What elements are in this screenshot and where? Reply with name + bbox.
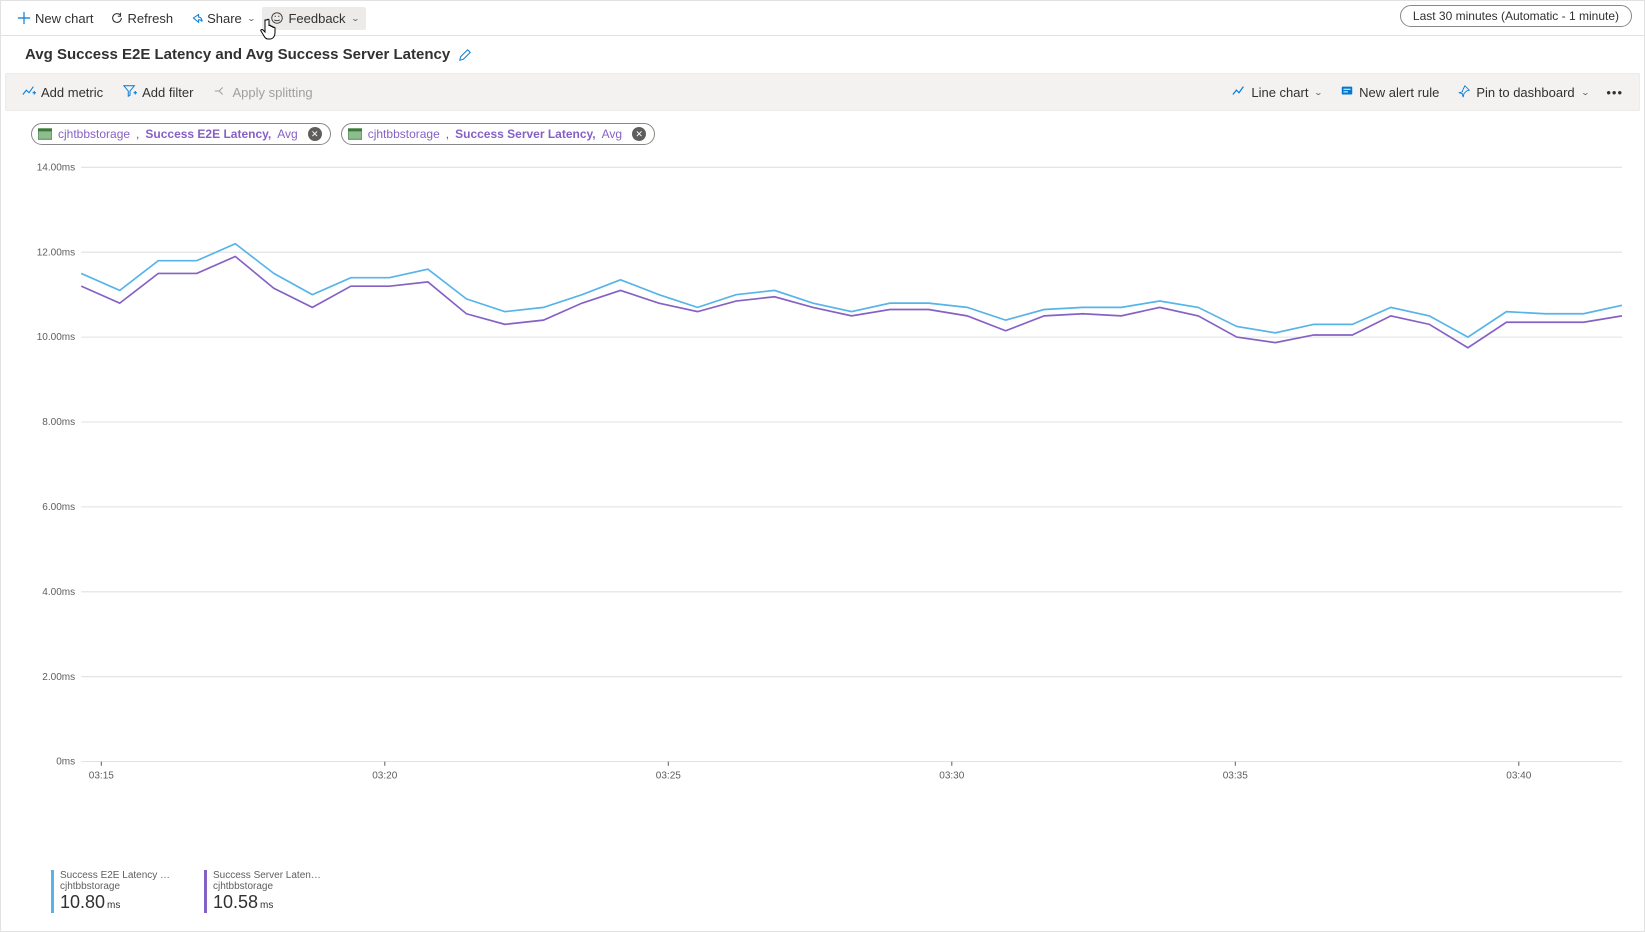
svg-text:03:30: 03:30 [939,770,964,781]
pill-agg: Avg [277,127,297,141]
new-chart-label: New chart [35,11,94,26]
legend-value: 10.80 [60,892,105,912]
svg-text:03:35: 03:35 [1223,770,1248,781]
pin-to-dashboard-button[interactable]: Pin to dashboard ⌄ [1449,80,1596,105]
chart-type-dropdown[interactable]: Line chart ⌄ [1224,80,1330,105]
pill-metric: Success Server Latency, [455,127,596,141]
legend: Success E2E Latency … cjhtbbstorage 10.8… [51,870,343,913]
metric-pill-e2e[interactable]: cjhtbbstorage, Success E2E Latency, Avg … [31,123,331,145]
share-label: Share [207,11,242,26]
legend-resource: cjhtbbstorage [213,881,343,892]
time-range-picker[interactable]: Last 30 minutes (Automatic - 1 minute) [1400,5,1632,27]
remove-pill-icon[interactable]: ✕ [308,127,322,141]
storage-icon [348,128,362,140]
legend-name: Success Server Laten… [213,870,343,881]
feedback-icon [270,11,284,25]
chevron-down-icon: ⌄ [246,14,255,23]
legend-item-e2e[interactable]: Success E2E Latency … cjhtbbstorage 10.8… [51,870,190,913]
plus-icon [17,11,31,25]
pill-metric: Success E2E Latency, [145,127,271,141]
chart-toolbar: Add metric Add filter Apply splitting Li… [5,73,1640,111]
storage-icon [38,128,52,140]
alert-icon [1340,84,1354,101]
metric-pill-server[interactable]: cjhtbbstorage, Success Server Latency, A… [341,123,655,145]
legend-unit: ms [107,900,120,911]
refresh-label: Refresh [128,11,174,26]
svg-text:14.00ms: 14.00ms [37,162,75,173]
share-button[interactable]: Share ⌄ [181,7,262,30]
add-metric-icon [22,84,36,101]
add-filter-button[interactable]: Add filter [115,80,201,105]
command-bar: New chart Refresh Share ⌄ Feedback ⌄ Las… [1,1,1644,36]
svg-text:03:20: 03:20 [372,770,397,781]
share-icon [189,11,203,25]
pill-resource: cjhtbbstorage [58,127,130,141]
chart-area[interactable]: 0ms 2.00ms 4.00ms 6.00ms 8.00ms 10.00ms 12.00m… [31,161,1628,791]
svg-text:4.00ms: 4.00ms [42,587,75,598]
refresh-button[interactable]: Refresh [102,7,182,30]
legend-value: 10.58 [213,892,258,912]
split-icon [213,84,227,101]
add-filter-label: Add filter [142,85,193,100]
filter-icon [123,84,137,101]
svg-text:2.00ms: 2.00ms [42,672,75,683]
ellipsis-icon: ••• [1606,85,1623,100]
svg-text:10.00ms: 10.00ms [37,332,75,343]
apply-splitting-button: Apply splitting [205,80,320,105]
legend-unit: ms [260,900,273,911]
svg-text:03:40: 03:40 [1506,770,1531,781]
add-metric-button[interactable]: Add metric [14,80,111,105]
edit-title-button[interactable] [458,48,472,62]
chart-title: Avg Success E2E Latency and Avg Success … [25,46,450,63]
svg-text:03:15: 03:15 [89,770,114,781]
feedback-button[interactable]: Feedback ⌄ [262,7,366,30]
chevron-down-icon: ⌄ [1314,88,1323,97]
more-button[interactable]: ••• [1598,81,1631,104]
metric-pills: cjhtbbstorage, Success E2E Latency, Avg … [1,111,1644,145]
apply-splitting-label: Apply splitting [232,85,312,100]
chart-title-row: Avg Success E2E Latency and Avg Success … [1,36,1644,67]
line-chart-icon [1232,84,1246,101]
remove-pill-icon[interactable]: ✕ [632,127,646,141]
svg-text:0ms: 0ms [56,757,75,768]
refresh-icon [110,11,124,25]
svg-text:6.00ms: 6.00ms [42,502,75,513]
legend-item-server[interactable]: Success Server Laten… cjhtbbstorage 10.5… [204,870,343,913]
legend-name: Success E2E Latency … [60,870,190,881]
chart-type-label: Line chart [1251,85,1308,100]
new-chart-button[interactable]: New chart [9,7,102,30]
chevron-down-icon: ⌄ [1580,88,1589,97]
line-chart: 0ms 2.00ms 4.00ms 6.00ms 8.00ms 10.00ms 12.00m… [31,161,1628,791]
pill-agg: Avg [602,127,622,141]
svg-text:12.00ms: 12.00ms [37,247,75,258]
feedback-label: Feedback [288,11,345,26]
chevron-down-icon: ⌄ [350,14,359,23]
new-alert-label: New alert rule [1359,85,1439,100]
add-metric-label: Add metric [41,85,103,100]
pin-icon [1457,84,1471,101]
svg-text:8.00ms: 8.00ms [42,417,75,428]
svg-text:03:25: 03:25 [656,770,681,781]
pill-resource: cjhtbbstorage [368,127,440,141]
legend-resource: cjhtbbstorage [60,881,190,892]
pin-label: Pin to dashboard [1476,85,1574,100]
new-alert-rule-button[interactable]: New alert rule [1332,80,1447,105]
time-range-label: Last 30 minutes (Automatic - 1 minute) [1413,9,1619,23]
